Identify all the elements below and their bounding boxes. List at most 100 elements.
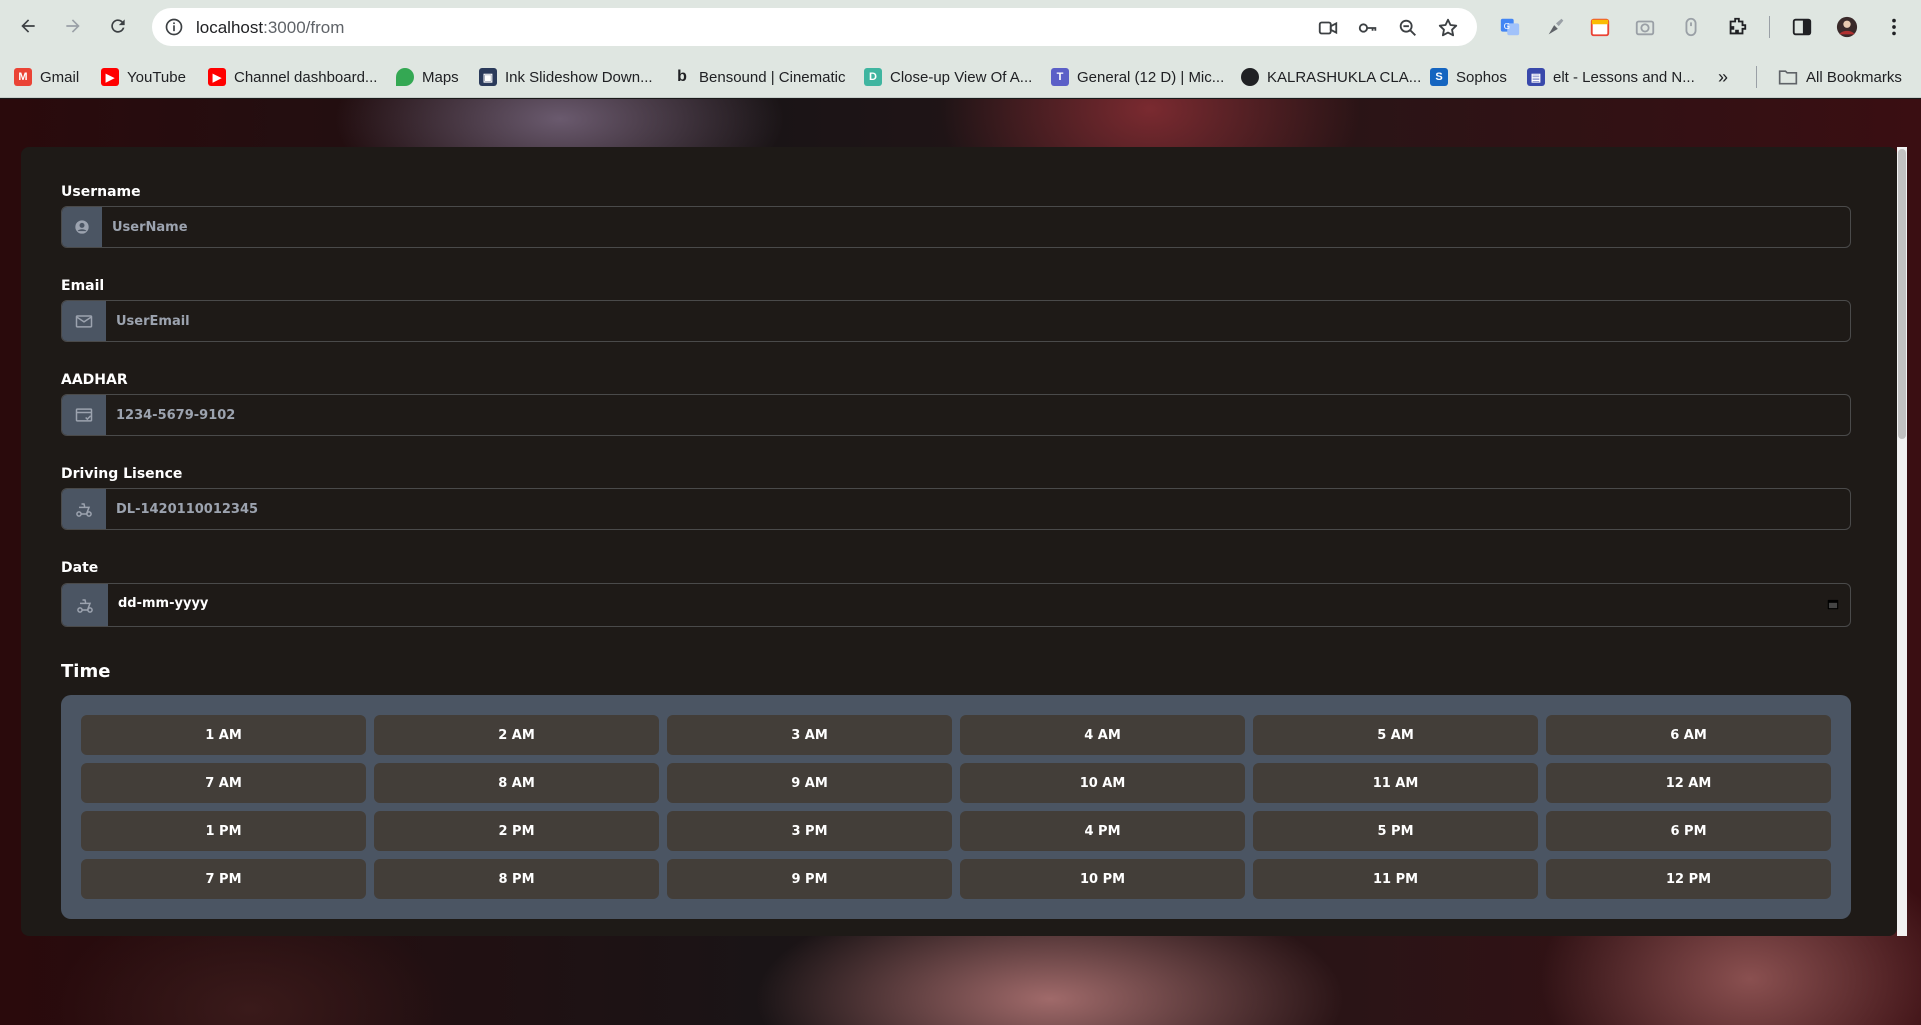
booking-form: Username Email AADHAR Driving Lisence <box>21 147 1897 936</box>
bookmark-label: Close-up View Of A... <box>890 68 1033 86</box>
time-slot-12am[interactable]: 12 AM <box>1546 763 1831 803</box>
date-field[interactable]: dd-mm-yyyy <box>61 583 1851 627</box>
bookmark-teams-general[interactable]: T General (12 D) | Mic... <box>1051 65 1224 89</box>
close-up-icon: D <box>864 68 882 86</box>
time-slot-3am[interactable]: 3 AM <box>667 715 952 755</box>
reload-button[interactable] <box>102 10 134 42</box>
time-slot-2pm[interactable]: 2 PM <box>374 811 659 851</box>
all-bookmarks[interactable]: All Bookmarks <box>1778 65 1902 89</box>
mail-icon <box>62 301 106 341</box>
back-button[interactable] <box>12 10 44 42</box>
camera-icon[interactable] <box>1317 17 1339 39</box>
globe-icon <box>1241 68 1259 86</box>
bookmark-label: Gmail <box>40 68 80 86</box>
email-input[interactable] <box>106 301 1850 341</box>
time-slot-5pm[interactable]: 5 PM <box>1253 811 1538 851</box>
bensound-icon: b <box>677 68 687 85</box>
page-background: Username Email AADHAR Driving Lisence <box>0 99 1921 1025</box>
youtube-icon: ▶ <box>208 68 226 86</box>
more-bookmarks-chevron-icon[interactable]: » <box>1718 65 1728 89</box>
bookmark-label: YouTube <box>127 68 186 86</box>
calendar-extension-icon[interactable] <box>1587 14 1613 40</box>
address-bar[interactable]: localhost:3000/from <box>152 8 1477 46</box>
bookmark-label: KALRASHUKLA CLA... <box>1267 68 1422 86</box>
username-label: Username <box>61 184 141 200</box>
time-slot-12pm[interactable]: 12 PM <box>1546 859 1831 899</box>
email-label: Email <box>61 278 105 294</box>
time-slot-7pm[interactable]: 7 PM <box>81 859 366 899</box>
toolbar-separator <box>1769 16 1770 38</box>
bookmark-maps[interactable]: Maps <box>396 65 459 89</box>
bookmark-youtube[interactable]: ▶ YouTube <box>101 65 186 89</box>
aadhar-field <box>61 394 1851 436</box>
menu-dots-icon[interactable] <box>1881 14 1907 40</box>
time-slot-7am[interactable]: 7 AM <box>81 763 366 803</box>
browser-toolbar: localhost:3000/from G <box>0 0 1921 56</box>
key-icon[interactable] <box>1357 17 1379 39</box>
time-slot-10am[interactable]: 10 AM <box>960 763 1245 803</box>
bookmark-gmail[interactable]: M Gmail <box>14 65 79 89</box>
url-text: localhost:3000/from <box>196 18 344 38</box>
bookmark-channel-dashboard[interactable]: ▶ Channel dashboard... <box>208 65 377 89</box>
bookmark-label: Bensound | Cinematic <box>699 68 846 86</box>
svg-text:G: G <box>1504 21 1510 31</box>
zoom-icon[interactable] <box>1397 17 1419 39</box>
username-input[interactable] <box>102 207 1850 247</box>
time-heading: Time <box>61 661 111 682</box>
forward-button[interactable] <box>57 10 89 42</box>
star-icon[interactable] <box>1437 17 1459 39</box>
time-slot-4am[interactable]: 4 AM <box>960 715 1245 755</box>
time-slot-11am[interactable]: 11 AM <box>1253 763 1538 803</box>
bookmark-close-up-view[interactable]: D Close-up View Of A... <box>864 65 1032 89</box>
paint-extension-icon[interactable] <box>1543 14 1569 40</box>
time-slot-6am[interactable]: 6 AM <box>1546 715 1831 755</box>
screenshot-extension-icon[interactable] <box>1632 14 1658 40</box>
bookmark-label: elt - Lessons and N... <box>1553 68 1695 86</box>
bookmarks-separator <box>1756 66 1757 88</box>
url-path: :3000/from <box>263 18 345 37</box>
username-field <box>61 206 1851 248</box>
time-slot-11pm[interactable]: 11 PM <box>1253 859 1538 899</box>
all-bookmarks-label: All Bookmarks <box>1806 68 1902 86</box>
side-panel-icon[interactable] <box>1789 14 1815 40</box>
bookmark-bensound[interactable]: b Bensound | Cinematic <box>673 65 845 89</box>
calendar-icon[interactable] <box>1826 597 1840 611</box>
aadhar-label: AADHAR <box>61 372 128 388</box>
time-slot-10pm[interactable]: 10 PM <box>960 859 1245 899</box>
aadhar-input[interactable] <box>106 395 1850 435</box>
time-slot-grid: 1 AM 2 AM 3 AM 4 AM 5 AM 6 AM 7 AM 8 AM … <box>61 695 1851 919</box>
time-slot-8pm[interactable]: 8 PM <box>374 859 659 899</box>
license-input[interactable] <box>106 489 1850 529</box>
time-slot-4pm[interactable]: 4 PM <box>960 811 1245 851</box>
scrollbar-thumb[interactable] <box>1898 149 1906 439</box>
date-label: Date <box>61 560 99 576</box>
time-slot-9pm[interactable]: 9 PM <box>667 859 952 899</box>
license-field <box>61 488 1851 530</box>
bookmark-kalrashukla[interactable]: KALRASHUKLA CLA... <box>1241 65 1421 89</box>
time-slot-3pm[interactable]: 3 PM <box>667 811 952 851</box>
id-card-icon <box>62 395 106 435</box>
bookmark-elt-lessons[interactable]: ▤ elt - Lessons and N... <box>1527 65 1695 89</box>
profile-avatar[interactable] <box>1834 14 1860 40</box>
bookmark-label: Maps <box>422 68 459 86</box>
time-slot-6pm[interactable]: 6 PM <box>1546 811 1831 851</box>
time-slot-9am[interactable]: 9 AM <box>667 763 952 803</box>
bookmark-sophos[interactable]: S Sophos <box>1430 65 1507 89</box>
date-input-value[interactable]: dd-mm-yyyy <box>118 596 208 611</box>
time-slot-8am[interactable]: 8 AM <box>374 763 659 803</box>
email-field <box>61 300 1851 342</box>
translate-extension-icon[interactable]: G <box>1497 14 1523 40</box>
bookmark-label: Channel dashboard... <box>234 68 378 86</box>
time-slot-5am[interactable]: 5 AM <box>1253 715 1538 755</box>
bookmark-ink-slideshow[interactable]: ▣ Ink Slideshow Down... <box>479 65 653 89</box>
bookmark-label: General (12 D) | Mic... <box>1077 68 1225 86</box>
page-scrollbar[interactable] <box>1897 147 1907 936</box>
extensions-puzzle-icon[interactable] <box>1724 14 1750 40</box>
time-slot-1pm[interactable]: 1 PM <box>81 811 366 851</box>
mouse-extension-icon[interactable] <box>1678 14 1704 40</box>
reload-icon <box>111 19 125 33</box>
arrow-left-icon <box>21 19 35 33</box>
time-slot-1am[interactable]: 1 AM <box>81 715 366 755</box>
time-slot-2am[interactable]: 2 AM <box>374 715 659 755</box>
teams-icon: T <box>1051 68 1069 86</box>
